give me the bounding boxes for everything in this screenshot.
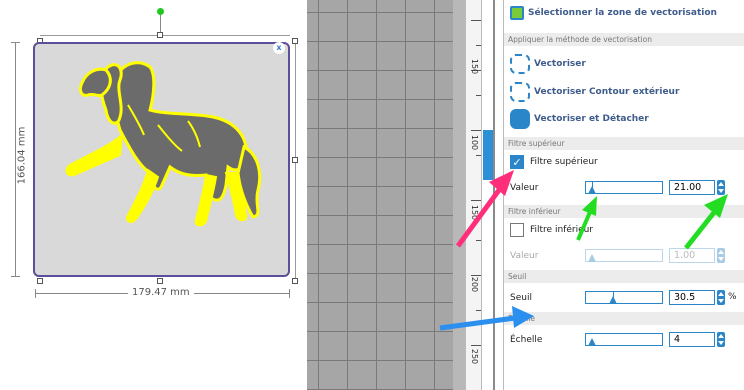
horse-trace-image	[65, 61, 262, 227]
grid-margin-band	[453, 0, 465, 390]
high-pass-slider[interactable]	[585, 181, 663, 194]
scale-label: Échelle	[510, 335, 543, 345]
vertical-ruler: 150 100 150 200 250	[465, 0, 482, 390]
ruler-minor-tick	[476, 310, 481, 311]
low-pass-checkbox[interactable]	[510, 223, 524, 237]
high-pass-checkbox-label: Filtre supérieur	[530, 157, 598, 167]
width-dimension-label: 179.47 mm	[128, 287, 194, 298]
ruler-minor-tick	[476, 155, 481, 156]
ruler-label: 150	[470, 58, 479, 75]
trace-outer-edge-icon	[510, 82, 530, 102]
trace-and-detach-icon	[510, 109, 530, 129]
threshold-section-header: Seuil	[504, 270, 744, 283]
high-pass-checkbox[interactable]: ✓	[510, 155, 524, 169]
threshold-label: Seuil	[510, 293, 532, 303]
low-pass-stepper[interactable]	[717, 248, 725, 263]
low-pass-value-label: Valeur	[510, 251, 539, 261]
low-pass-checkbox-label: Filtre inférieur	[530, 225, 594, 235]
scale-section-header: Échelle	[504, 312, 744, 325]
ruler-major-tick	[471, 130, 481, 131]
resize-handle-bottom-right[interactable]	[292, 278, 298, 284]
width-dimension-tick-left	[35, 289, 36, 298]
high-pass-value-field[interactable]: 21.00	[669, 180, 715, 195]
high-pass-slider-thumb[interactable]	[588, 186, 596, 194]
scale-slider-thumb[interactable]	[588, 338, 596, 346]
ruler-label: 200	[470, 276, 479, 293]
low-pass-section-header: Filtre inférieur	[504, 205, 744, 218]
trace-outer-edge-label: Vectoriser Contour extérieur	[534, 87, 680, 97]
low-pass-value-field[interactable]: 1.00	[669, 248, 715, 263]
trace-panel-content: Sélectionner la zone de vectorisation Ap…	[503, 0, 744, 390]
cutting-mat-grid[interactable]	[307, 0, 453, 390]
ruler-major-tick	[471, 200, 481, 201]
height-dimension-label: 166.04 mm	[16, 115, 28, 196]
ruler-minor-tick	[476, 95, 481, 96]
resize-handle-top-right[interactable]	[292, 38, 298, 44]
high-pass-section-header: Filtre supérieur	[504, 137, 744, 150]
select-area-icon	[510, 6, 524, 20]
ruler-label: 250	[470, 348, 479, 365]
trace-button[interactable]: Vectoriser	[510, 54, 586, 74]
high-pass-value-label: Valeur	[510, 183, 539, 193]
resize-handle-bottom[interactable]	[157, 278, 163, 284]
threshold-stepper[interactable]	[717, 290, 725, 305]
select-trace-area-button[interactable]: Sélectionner la zone de vectorisation	[510, 6, 717, 20]
design-canvas[interactable]: x 166.04 mm 179.47 mm	[0, 0, 305, 390]
ruler-minor-tick	[476, 240, 481, 241]
threshold-value-field[interactable]: 30.5	[669, 290, 715, 305]
scale-slider[interactable]	[585, 333, 663, 346]
ruler-minor-tick	[476, 45, 481, 46]
low-pass-slider[interactable]	[585, 249, 663, 262]
method-section-header: Appliquer la méthode de vectorisation	[504, 33, 744, 46]
height-dimension-tick-top	[11, 42, 20, 43]
resize-handle-top[interactable]	[157, 32, 163, 38]
ruler-highlight	[483, 130, 493, 180]
ruler-label: 100	[470, 134, 479, 151]
resize-handle-bottom-left[interactable]	[37, 278, 43, 284]
high-pass-stepper[interactable]	[717, 180, 725, 195]
low-pass-slider-thumb[interactable]	[588, 254, 596, 262]
trace-and-detach-button[interactable]: Vectoriser et Détacher	[510, 109, 649, 129]
resize-handle-right[interactable]	[292, 157, 298, 163]
trace-and-detach-label: Vectoriser et Détacher	[534, 114, 649, 124]
selection-top-line	[40, 35, 290, 36]
threshold-slider[interactable]	[585, 291, 663, 304]
trace-outer-edge-button[interactable]: Vectoriser Contour extérieur	[510, 82, 679, 102]
trace-button-label: Vectoriser	[534, 59, 586, 69]
threshold-unit: %	[728, 292, 737, 302]
rotate-handle[interactable]	[157, 8, 164, 15]
ruler-major-tick	[471, 20, 481, 21]
select-trace-area-label: Sélectionner la zone de vectorisation	[528, 8, 717, 18]
ruler-label: 150	[470, 204, 479, 221]
close-icon[interactable]: x	[273, 42, 285, 54]
threshold-slider-thumb[interactable]	[609, 296, 617, 304]
width-dimension-tick-right	[289, 289, 290, 298]
scale-stepper[interactable]	[717, 332, 725, 347]
trace-icon	[510, 54, 530, 74]
height-dimension-tick-bottom	[11, 276, 20, 277]
trace-panel: Sélectionner la zone de vectorisation Ap…	[493, 0, 744, 390]
ruler-major-tick	[471, 345, 481, 346]
scale-value-field[interactable]: 4	[669, 332, 715, 347]
